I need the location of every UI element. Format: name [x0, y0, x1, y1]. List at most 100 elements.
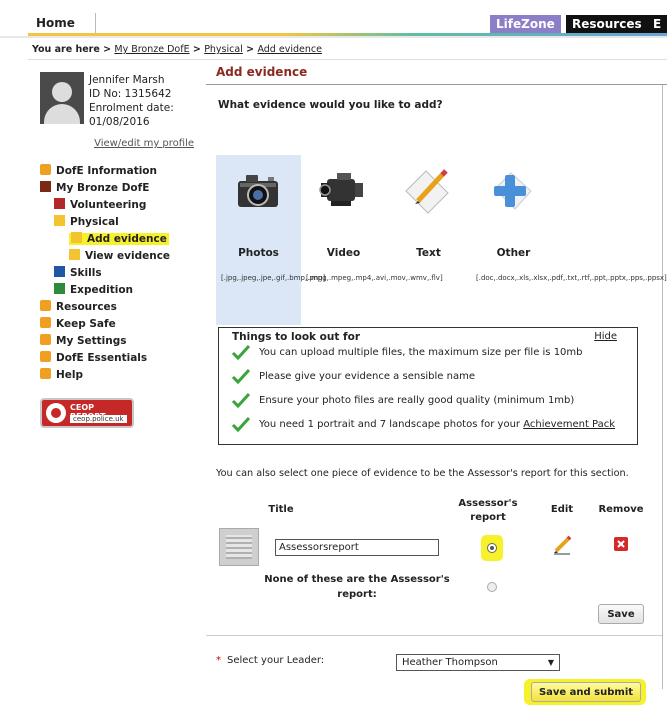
main-body: What evidence would you like to add? Pho… [206, 85, 667, 705]
info-icon [40, 164, 51, 175]
profile-enrol-label: Enrolment date: [89, 102, 174, 114]
sidebar-item-physical[interactable]: Physical [40, 214, 205, 231]
tip-text: Please give your evidence a sensible nam… [259, 371, 475, 382]
sidebar-item-label: Skills [70, 267, 102, 279]
sidebar-item-dofe-essentials[interactable]: DofE Essentials [40, 350, 205, 367]
page-title: Add evidence [216, 65, 308, 79]
leader-select-value: Heather Thompson [402, 657, 498, 668]
tip-text: You need 1 portrait and 7 landscape phot… [259, 419, 521, 430]
breadcrumb-sep: > [192, 44, 201, 55]
ceop-logo-icon [46, 403, 66, 423]
home-tab[interactable]: Home [28, 13, 96, 33]
sidebar-item-add-evidence[interactable]: Add evidence [40, 231, 205, 248]
remove-x-icon[interactable] [614, 537, 628, 551]
sidebar-item-label: View evidence [85, 250, 171, 262]
evidence-type-other[interactable]: Other [.doc,.docx,.xls,.xlsx,.pdf,.txt,.… [471, 155, 667, 325]
video-camera-icon [319, 173, 363, 206]
type-extensions: [.jpg,.jpeg,.jpe,.gif,.bmp,.png] [221, 274, 326, 282]
resources-tab[interactable]: Resources [566, 15, 648, 33]
tip-text: Ensure your photo files are really good … [259, 395, 575, 406]
tip-item: Please give your evidence a sensible nam… [231, 366, 475, 388]
ceop-report-button[interactable]: CEOP REPORT ceop.police.uk [40, 398, 134, 428]
evidence-title-input[interactable]: Assessorsreport [275, 539, 439, 556]
main-header: Add evidence [206, 60, 667, 85]
sidebar-item-view-evidence[interactable]: View evidence [40, 248, 205, 265]
extra-tab[interactable]: E [648, 15, 667, 33]
evidence-question: What evidence would you like to add? [218, 99, 443, 111]
sidebar-item-label: Expedition [70, 284, 134, 296]
sidebar-item-label: Help [56, 369, 84, 381]
col-remove: Remove [598, 504, 644, 515]
tip-item: You need 1 portrait and 7 landscape phot… [231, 414, 615, 436]
none-assessor-radio[interactable] [487, 582, 497, 592]
leader-label-text: Select your Leader: [227, 655, 325, 666]
help-icon [40, 368, 51, 379]
type-label: Photos [238, 247, 279, 259]
main-panel: Add evidence What evidence would you lik… [206, 60, 667, 705]
col-assessor-report: Assessor's report [458, 498, 518, 523]
save-and-submit-button[interactable]: Save and submit [531, 682, 641, 702]
checkmark-icon [231, 368, 251, 384]
bronze-square-icon [40, 181, 51, 192]
avatar [40, 72, 84, 124]
lifezone-tab[interactable]: LifeZone [490, 15, 561, 33]
sidebar-item-expedition[interactable]: Expedition [40, 282, 205, 299]
breadcrumb-sep: > [246, 44, 255, 55]
sidebar-item-volunteering[interactable]: Volunteering [40, 197, 205, 214]
sidebar-item-label: DofE Information [56, 165, 158, 177]
sidebar-item-help[interactable]: Help [40, 367, 205, 384]
sidebar-item-my-settings[interactable]: My Settings [40, 333, 205, 350]
tip-text: You can upload multiple files, the maxim… [259, 347, 583, 358]
sidebar-item-label: Keep Safe [56, 318, 116, 330]
edit-pencil-icon[interactable] [552, 535, 572, 555]
hide-tips-link[interactable]: Hide [594, 331, 617, 342]
evidence-type-photos[interactable]: Photos [.jpg,.jpeg,.jpe,.gif,.bmp,.png] [216, 155, 326, 325]
breadcrumb: You are here > My Bronze DofE > Physical… [32, 44, 322, 55]
edit-profile-link[interactable]: View/edit my profile [89, 137, 194, 151]
col-title: Title [268, 504, 294, 515]
save-button[interactable]: Save [598, 604, 644, 624]
breadcrumb-link-physical[interactable]: Physical [204, 44, 243, 55]
settings-icon [40, 334, 51, 345]
green-square-icon [54, 283, 65, 294]
evidence-thumbnail[interactable] [219, 528, 259, 566]
nav-divider [0, 36, 667, 38]
evidence-type-text[interactable]: Text [386, 155, 471, 325]
yellow-square-icon [71, 232, 82, 243]
leader-select[interactable]: Heather Thompson ▼ [396, 654, 560, 671]
sidebar-item-label: Resources [56, 301, 117, 313]
tips-box: Things to look out for Hide You can uplo… [218, 327, 638, 445]
keep-safe-icon [40, 317, 51, 328]
tip-item: You can upload multiple files, the maxim… [231, 342, 583, 364]
breadcrumb-link-bronze[interactable]: My Bronze DofE [114, 44, 189, 55]
type-label: Text [416, 247, 441, 259]
sidebar-item-keep-safe[interactable]: Keep Safe [40, 316, 205, 333]
leader-label: * Select your Leader: [216, 655, 324, 666]
yellow-square-icon [69, 249, 80, 260]
section-divider [206, 635, 662, 636]
chevron-down-icon: ▼ [547, 658, 554, 667]
sidebar-item-label: My Settings [56, 335, 127, 347]
sidebar-item-skills[interactable]: Skills [40, 265, 205, 282]
achievement-pack-link[interactable]: Achievement Pack [523, 419, 615, 430]
checkmark-icon [231, 392, 251, 408]
ceop-url: ceop.police.uk [70, 415, 127, 423]
breadcrumb-prefix: You are here > [32, 44, 112, 55]
breadcrumb-link-add-evidence[interactable]: Add evidence [257, 44, 321, 55]
sidebar-item-my-bronze-dofe[interactable]: My Bronze DofE [40, 180, 205, 197]
sidebar-item-resources[interactable]: Resources [40, 299, 205, 316]
profile-info: Jennifer Marsh ID No: 1315642 Enrolment … [89, 73, 194, 149]
evidence-type-video[interactable]: Video [.mpg,.mpeg,.mp4,.avi,.mov,.wmv,.f… [301, 155, 443, 325]
camera-icon [238, 175, 278, 207]
checkmark-icon [231, 344, 251, 360]
sidebar-item-label: Volunteering [70, 199, 147, 211]
blue-square-icon [54, 266, 65, 277]
required-star: * [216, 655, 221, 666]
checkmark-icon [231, 416, 251, 432]
assessor-report-radio-selected[interactable] [487, 543, 497, 553]
profile-id: ID No: 1315642 [89, 88, 172, 100]
profile-name: Jennifer Marsh [89, 74, 165, 86]
plus-document-icon [494, 172, 532, 210]
sidebar-item-label: Add evidence [87, 233, 167, 245]
sidebar-item-dofe-information[interactable]: DofE Information [40, 163, 205, 180]
